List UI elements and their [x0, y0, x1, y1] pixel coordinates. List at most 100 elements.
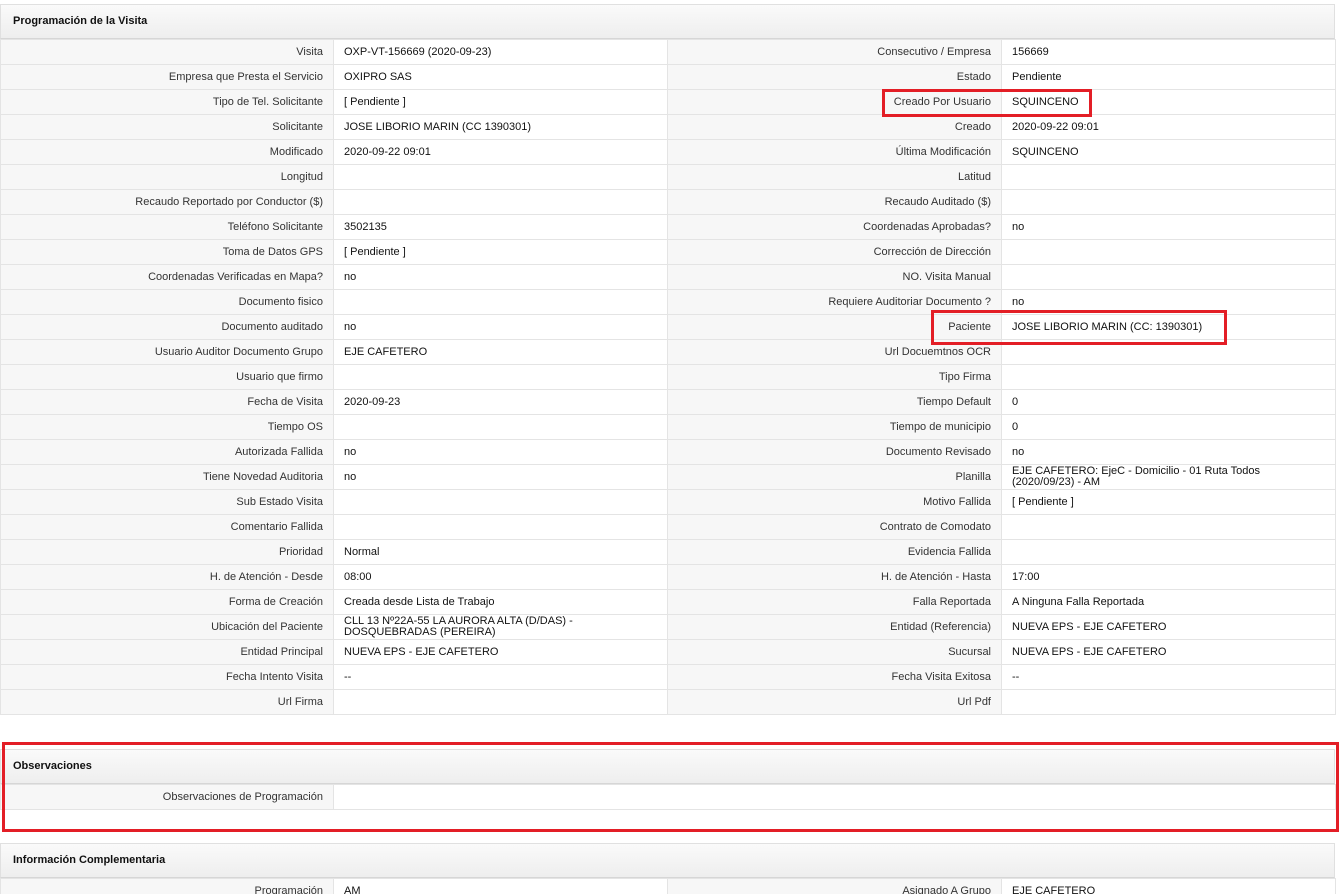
field-value	[333, 164, 668, 190]
field-value	[1001, 339, 1336, 365]
field-value	[1001, 689, 1336, 715]
field-value	[333, 189, 668, 215]
field-label: Url Docuemtnos OCR	[667, 339, 1002, 365]
field-value: NUEVA EPS - EJE CAFETERO	[1001, 639, 1336, 665]
field-label: Falla Reportada	[667, 589, 1002, 615]
field-value: 0	[1001, 389, 1336, 415]
section-title: Información Complementaria	[13, 854, 166, 866]
field-label: Documento Revisado	[667, 439, 1002, 465]
field-label: Forma de Creación	[0, 589, 334, 615]
field-label: Toma de Datos GPS	[0, 239, 334, 265]
section-title: Programación de la Visita	[13, 15, 148, 27]
field-label: H. de Atención - Desde	[0, 564, 334, 590]
field-label: Coordenadas Aprobadas?	[667, 214, 1002, 240]
field-value: Pendiente	[1001, 64, 1336, 90]
table-row: Comentario Fallida Contrato de Comodato	[0, 514, 1336, 540]
field-label: Teléfono Solicitante	[0, 214, 334, 240]
field-value	[1001, 539, 1336, 565]
field-value: no	[333, 464, 668, 490]
field-value: no	[1001, 289, 1336, 315]
field-label: Modificado	[0, 139, 334, 165]
field-label: Recaudo Auditado ($)	[667, 189, 1002, 215]
table-row: Observaciones de Programación	[0, 784, 1336, 810]
section-header-observaciones: Observaciones	[0, 749, 1335, 784]
table-row: Solicitante JOSE LIBORIO MARIN (CC 139030…	[0, 114, 1336, 140]
field-label: Usuario que firmo	[0, 364, 334, 390]
field-label: Tiempo Default	[667, 389, 1002, 415]
table-row: Visita OXP-VT-156669 (2020-09-23) Consecut…	[0, 39, 1336, 65]
observaciones-value	[333, 784, 1336, 810]
field-value	[1001, 364, 1336, 390]
table-row: Documento auditado no Paciente JOSE LIBORI…	[0, 314, 1336, 340]
table-row: Tiene Novedad Auditoria no Planilla EJE CA…	[0, 464, 1336, 490]
field-label: Sucursal	[667, 639, 1002, 665]
table-row: Documento fisico Requiere Auditoriar Docu…	[0, 289, 1336, 315]
field-label: Sub Estado Visita	[0, 489, 334, 515]
field-value	[333, 289, 668, 315]
table-row: Toma de Datos GPS[ Pendiente ] Corrección…	[0, 239, 1336, 265]
table-row: Autorizada Fallida no Documento Revisado …	[0, 439, 1336, 465]
field-label: Creado Por Usuario	[667, 89, 1002, 115]
field-value: OXP-VT-156669 (2020-09-23)	[333, 39, 668, 65]
field-value: SQUINCENO	[1001, 89, 1336, 115]
field-value: [ Pendiente ]	[1001, 489, 1336, 515]
field-value: 17:00	[1001, 564, 1336, 590]
field-value: OXIPRO SAS	[333, 64, 668, 90]
section-header-complementaria: Información Complementaria	[0, 843, 1335, 878]
field-value: no	[333, 314, 668, 340]
field-label: Motivo Fallida	[667, 489, 1002, 515]
table-row: Forma de Creación Creada desde Lista de T…	[0, 589, 1336, 615]
visit-details-table: Visita OXP-VT-156669 (2020-09-23) Consecut…	[0, 39, 1336, 715]
table-row: Ubicación del Paciente CLL 13 Nº22A-55 LA…	[0, 614, 1336, 640]
field-value: NUEVA EPS - EJE CAFETERO	[333, 639, 668, 665]
table-row: H. de Atención - Desde 08:00 H. de Atenció…	[0, 564, 1336, 590]
field-label: Contrato de Comodato	[667, 514, 1002, 540]
field-label: Usuario Auditor Documento Grupo	[0, 339, 334, 365]
field-label: Recaudo Reportado por Conductor ($)	[0, 189, 334, 215]
table-row: Entidad Principal NUEVA EPS - EJE CAFETER…	[0, 639, 1336, 665]
field-value: 2020-09-22 09:01	[1001, 114, 1336, 140]
field-value: [ Pendiente ]	[333, 239, 668, 265]
field-value: [ Pendiente ]	[333, 89, 668, 115]
table-row: Usuario Auditor Documento Grupo EJE CAFET…	[0, 339, 1336, 365]
field-label: Paciente	[667, 314, 1002, 340]
field-label: Tipo de Tel. Solicitante	[0, 89, 334, 115]
field-label: Corrección de Dirección	[667, 239, 1002, 265]
section-header-programacion: Programación de la Visita	[0, 4, 1335, 39]
field-label: Asignado A Grupo	[667, 878, 1002, 894]
field-label: Solicitante	[0, 114, 334, 140]
field-label: Fecha Intento Visita	[0, 664, 334, 690]
field-label: Comentario Fallida	[0, 514, 334, 540]
field-label: Documento fisico	[0, 289, 334, 315]
table-row: Modificado 2020-09-22 09:01 Última Modific…	[0, 139, 1336, 165]
field-label: Tiempo de municipio	[667, 414, 1002, 440]
field-label: Entidad Principal	[0, 639, 334, 665]
field-value: 2020-09-23	[333, 389, 668, 415]
field-value	[1001, 514, 1336, 540]
table-row: Tipo de Tel. Solicitante[ Pendiente ] Cre…	[0, 89, 1336, 115]
field-value: JOSE LIBORIO MARIN (CC: 1390301)	[1001, 314, 1336, 340]
field-label: Url Pdf	[667, 689, 1002, 715]
field-value: CLL 13 Nº22A-55 LA AURORA ALTA (D/DAS) -…	[333, 614, 668, 640]
field-value: AM	[333, 878, 668, 894]
field-label: Evidencia Fallida	[667, 539, 1002, 565]
field-value: no	[1001, 439, 1336, 465]
field-label: Documento auditado	[0, 314, 334, 340]
field-label: Longitud	[0, 164, 334, 190]
field-value	[333, 489, 668, 515]
field-value	[333, 514, 668, 540]
table-row: Tiempo OS Tiempo de municipio 0	[0, 414, 1336, 440]
field-label: Empresa que Presta el Servicio	[0, 64, 334, 90]
field-value: Normal	[333, 539, 668, 565]
field-label: Tiempo OS	[0, 414, 334, 440]
field-value: EJE CAFETERO	[333, 339, 668, 365]
field-value: no	[1001, 214, 1336, 240]
field-label: Última Modificación	[667, 139, 1002, 165]
table-row: Usuario que firmo Tipo Firma	[0, 364, 1336, 390]
field-value: no	[333, 439, 668, 465]
table-row: Programación AM Asignado A Grupo EJE CAFETE…	[0, 878, 1336, 894]
table-row: Fecha de Visita 2020-09-23 Tiempo Default…	[0, 389, 1336, 415]
field-label: Fecha de Visita	[0, 389, 334, 415]
field-value: EJE CAFETERO	[1001, 878, 1336, 894]
field-label: Url Firma	[0, 689, 334, 715]
